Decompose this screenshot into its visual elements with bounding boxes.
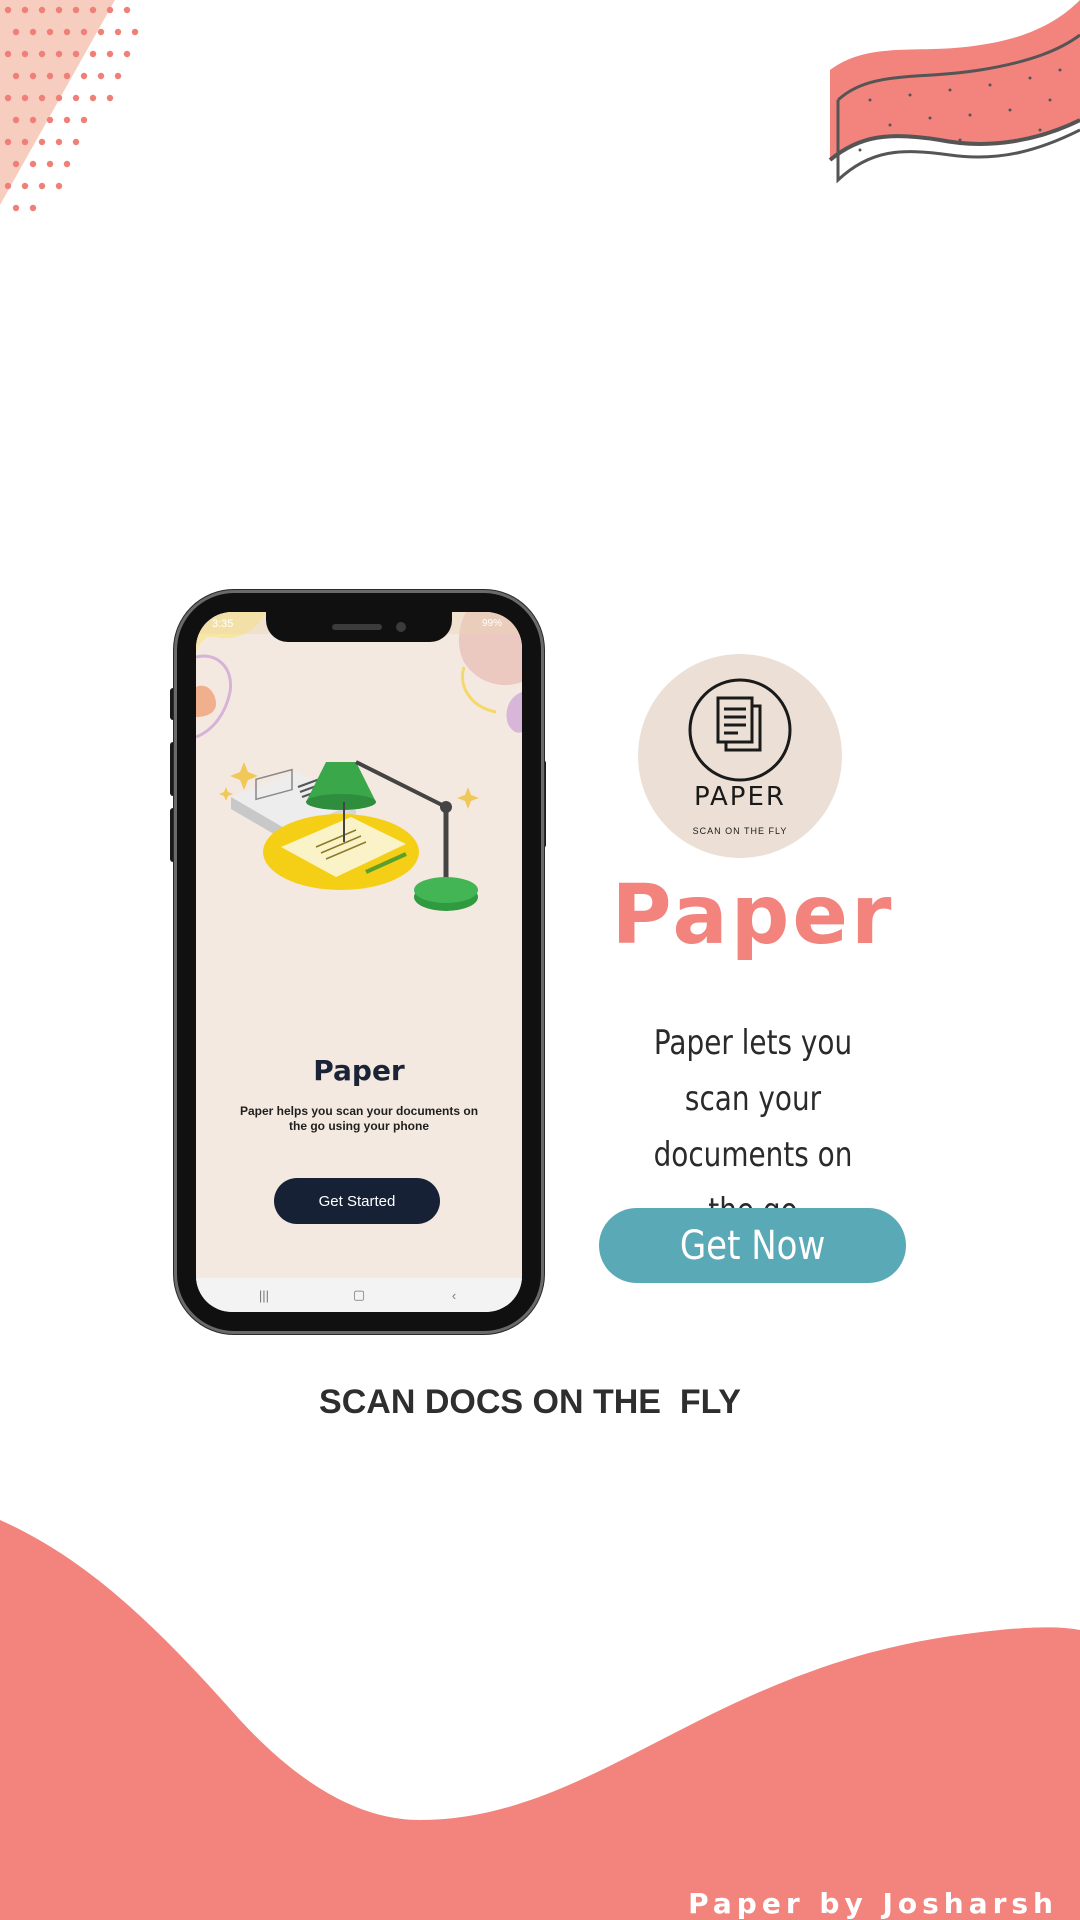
home-icon[interactable]: ▢ <box>339 1278 379 1312</box>
dotted-triangle-decoration <box>0 0 139 212</box>
get-now-label: Get Now <box>679 1222 826 1269</box>
front-camera <box>396 622 406 632</box>
logo-name: PAPER <box>694 782 786 812</box>
credit-text: Paper by Josharsh <box>688 1887 1058 1920</box>
phone-notch <box>266 612 452 642</box>
phone-screen: 3:35 99% Paper Paper helps you scan your… <box>196 612 522 1312</box>
documents-icon <box>688 678 792 782</box>
hero-description: Paper lets you scan your documents on th… <box>653 1023 853 1231</box>
get-started-button[interactable]: Get Started <box>274 1178 440 1224</box>
back-icon[interactable]: ‹ <box>434 1278 474 1312</box>
logo-tagline: SCAN ON THE FLY <box>692 826 788 836</box>
ribbon-decoration <box>828 0 1080 184</box>
status-bar-time: 3:35 <box>212 618 234 630</box>
app-logo: PAPER SCAN ON THE FLY <box>638 654 842 858</box>
get-now-button[interactable]: Get Now <box>599 1208 906 1283</box>
screen-description: Paper helps you scan your documents on t… <box>239 1104 479 1133</box>
recents-icon[interactable]: ||| <box>244 1278 284 1312</box>
screen-title: Paper <box>313 1054 405 1087</box>
speaker-grille <box>332 624 382 630</box>
hero-title: Paper <box>611 868 895 963</box>
tagline: SCAN DOCS ON THE FLY <box>319 1383 741 1421</box>
bottom-wave-decoration <box>0 1520 1080 1920</box>
phone-mockup: 3:35 99% Paper Paper helps you scan your… <box>174 590 544 1334</box>
status-bar-battery: 99% <box>481 618 502 629</box>
android-nav-bar: ||| ▢ ‹ <box>196 1278 522 1312</box>
desk-lamp-illustration <box>219 760 479 911</box>
